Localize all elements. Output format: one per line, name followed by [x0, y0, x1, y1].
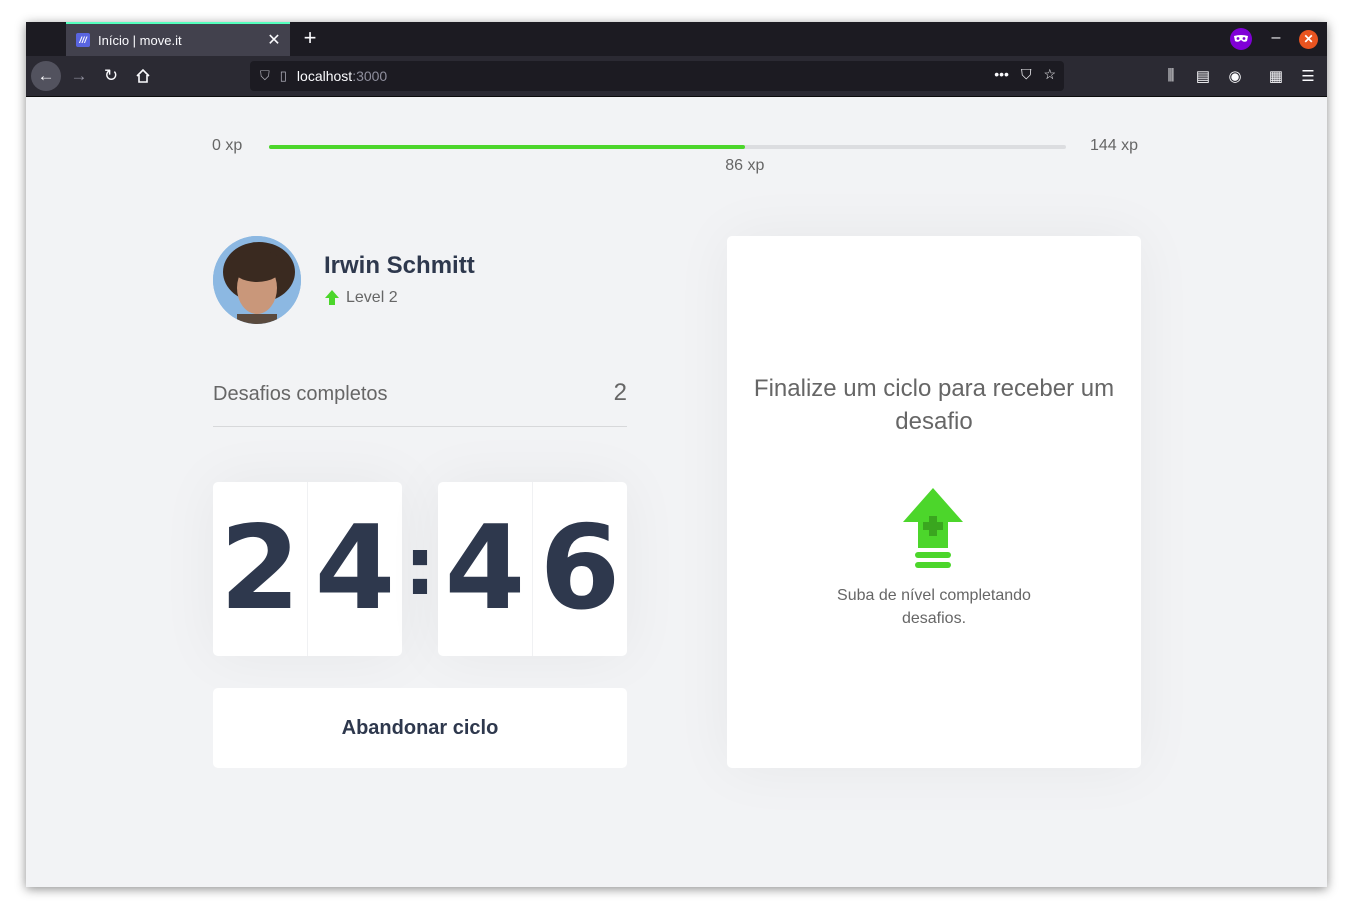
extensions-icon[interactable]: ▦ — [1266, 67, 1286, 85]
shield-icon[interactable]: ⛉ — [260, 68, 270, 84]
second-digit-left: 4 — [444, 501, 526, 636]
home-button[interactable] — [128, 61, 158, 91]
tab-title: Início | move.it — [98, 32, 182, 48]
level-up-icon — [325, 290, 339, 305]
reload-button[interactable]: ↻ — [96, 61, 126, 91]
user-level: Level 2 — [324, 289, 398, 307]
page-content: 0 xp 86 xp 144 xp Irwin Schmitt Level 2 … — [26, 97, 1327, 887]
xp-progress-fill — [269, 145, 745, 149]
tab-inicio[interactable]: /// Início | move.it ✕ — [66, 22, 290, 56]
url-host: localhost — [296, 68, 353, 84]
completed-challenges-count: 2 — [613, 379, 627, 406]
new-tab-button[interactable]: + — [298, 26, 322, 50]
level-label: Level 2 — [346, 289, 398, 306]
moveit-favicon-icon: /// — [76, 33, 90, 47]
minute-digit-left: 2 — [219, 501, 301, 636]
countdown-separator: : — [404, 520, 436, 613]
back-button[interactable]: ← — [31, 61, 61, 91]
menu-icon[interactable]: ☰ — [1298, 67, 1318, 85]
account-icon[interactable]: ◉ — [1225, 67, 1245, 85]
xp-max-label: 144 xp — [1090, 137, 1139, 154]
challenge-box-title: Finalize um ciclo para receber um desafi… — [753, 375, 1115, 435]
page-info-icon[interactable]: ▯ — [280, 68, 287, 84]
level-up-arrow-icon — [903, 488, 963, 575]
sidebar-icon[interactable]: ▤ — [1193, 67, 1213, 85]
abandon-cycle-button[interactable]: Abandonar ciclo — [213, 688, 627, 768]
page-actions-icon[interactable]: ••• — [994, 66, 1009, 83]
forward-button[interactable]: → — [64, 61, 94, 91]
completed-challenges-label: Desafios completos — [213, 383, 388, 405]
completed-challenges: Desafios completos 2 — [213, 379, 627, 427]
navigation-toolbar: ← → ↻ ⛉ ▯ localhost :3000 ••• ⛉ ☆ ⫼ ▤ ◉ … — [26, 56, 1327, 97]
user-name: Irwin Schmitt — [324, 252, 475, 279]
xp-progress-bar — [269, 145, 1066, 149]
library-icon[interactable]: ⫼ — [1161, 67, 1181, 84]
avatar — [213, 236, 301, 324]
bookmark-star-icon[interactable]: ☆ — [1043, 66, 1056, 83]
countdown-minutes: 2 4 — [213, 482, 402, 656]
url-bar[interactable]: ⛉ ▯ localhost :3000 ••• ⛉ ☆ — [250, 61, 1064, 91]
private-browsing-icon — [1230, 28, 1252, 50]
countdown-timer: 2 4 : 4 6 — [213, 482, 627, 656]
countdown-seconds: 4 6 — [438, 482, 627, 656]
challenge-box: Finalize um ciclo para receber um desafi… — [727, 236, 1141, 768]
pocket-icon[interactable]: ⛉ — [1021, 66, 1032, 83]
close-window-button[interactable]: ✕ — [1299, 30, 1318, 49]
challenge-box-hint: Suba de nível completando desafios. — [837, 587, 1031, 627]
minute-digit-right: 4 — [307, 482, 402, 656]
url-port: :3000 — [352, 68, 388, 84]
browser-window: /// Início | move.it ✕ + – ✕ ← → ↻ ⛉ ▯ l… — [26, 22, 1327, 887]
second-digit-right: 6 — [532, 482, 627, 656]
minimize-window-button[interactable]: – — [1266, 29, 1286, 49]
xp-min-label: 0 xp — [212, 137, 243, 154]
tab-bar: /// Início | move.it ✕ + – ✕ — [26, 22, 1327, 56]
close-tab-icon[interactable]: ✕ — [266, 30, 282, 50]
xp-current-label: 86 xp — [725, 157, 765, 174]
